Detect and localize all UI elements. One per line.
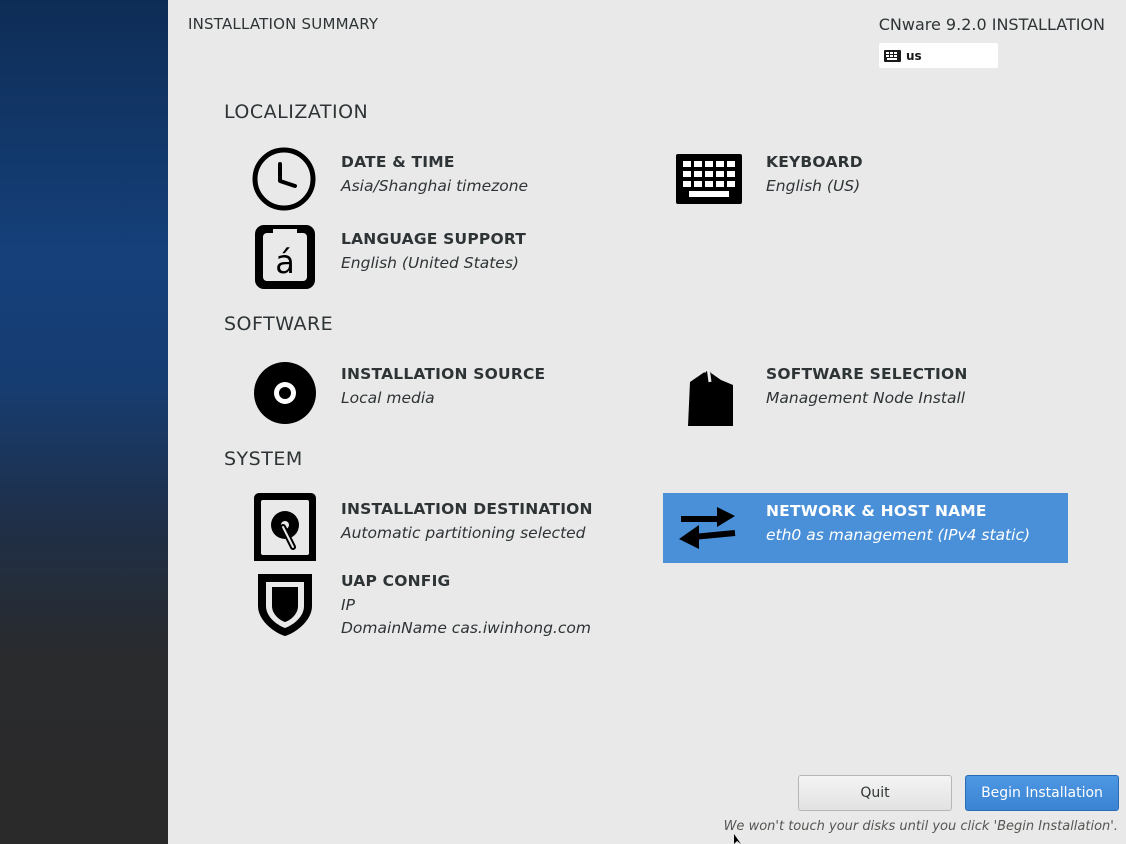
clock-icon <box>249 144 319 214</box>
spoke-installation-source[interactable]: INSTALLATION SOURCE Local media <box>249 356 629 426</box>
spoke-software-selection[interactable]: SOFTWARE SELECTION Management Node Insta… <box>674 356 1054 426</box>
spoke-status: IP <box>341 596 355 614</box>
spoke-label: NETWORK & HOST NAME <box>766 502 987 520</box>
mouse-cursor-icon <box>734 834 741 844</box>
spoke-keyboard[interactable]: KEYBOARD English (US) <box>674 144 1054 214</box>
section-localization: LOCALIZATION <box>224 101 369 123</box>
spoke-date-time[interactable]: DATE & TIME Asia/Shanghai timezone <box>249 144 629 214</box>
product-title: CNware 9.2.0 INSTALLATION <box>878 15 1105 34</box>
spoke-status: Local media <box>341 389 435 407</box>
package-icon <box>674 356 744 426</box>
begin-installation-button[interactable]: Begin Installation <box>965 775 1119 811</box>
network-arrows-icon <box>673 493 743 563</box>
disk-warning-note: We won't touch your disks until you clic… <box>723 819 1118 834</box>
spoke-label: INSTALLATION SOURCE <box>341 365 546 383</box>
shield-icon <box>249 566 319 636</box>
spoke-language-support[interactable]: á LANGUAGE SUPPORT English (United State… <box>249 221 629 291</box>
spoke-status: eth0 as management (IPv4 static) <box>766 526 1031 544</box>
keyboard-icon <box>674 144 744 214</box>
spoke-label: DATE & TIME <box>341 153 455 171</box>
disc-icon <box>249 356 319 426</box>
sidebar <box>0 0 168 844</box>
spoke-label: UAP CONFIG <box>341 572 451 590</box>
page-title: INSTALLATION SUMMARY <box>188 15 379 33</box>
keyboard-layout-label: us <box>906 48 922 63</box>
spoke-uap-config[interactable]: UAP CONFIG IP DomainName cas.iwinhong.co… <box>249 566 629 646</box>
spoke-installation-destination[interactable]: INSTALLATION DESTINATION Automatic parti… <box>249 491 629 561</box>
spoke-network-hostname[interactable]: NETWORK & HOST NAME eth0 as management (… <box>663 493 1068 563</box>
spoke-status: Asia/Shanghai timezone <box>341 177 529 195</box>
spoke-label: LANGUAGE SUPPORT <box>341 230 527 248</box>
svg-text:á: á <box>275 243 295 281</box>
spoke-label: KEYBOARD <box>766 153 863 171</box>
spoke-status-secondary: DomainName cas.iwinhong.com <box>341 619 591 637</box>
keyboard-icon <box>884 49 901 62</box>
section-system: SYSTEM <box>224 448 303 470</box>
spoke-status: English (United States) <box>341 254 519 272</box>
spoke-status: Management Node Install <box>766 389 966 407</box>
harddisk-icon <box>249 491 319 561</box>
quit-button[interactable]: Quit <box>798 775 952 811</box>
spoke-status: English (US) <box>766 177 861 195</box>
spoke-status: Automatic partitioning selected <box>341 524 586 542</box>
spoke-label: SOFTWARE SELECTION <box>766 365 968 383</box>
keyboard-layout-indicator[interactable]: us <box>879 43 998 68</box>
spoke-label: INSTALLATION DESTINATION <box>341 500 593 518</box>
section-software: SOFTWARE <box>224 313 334 335</box>
language-icon: á <box>249 221 319 291</box>
